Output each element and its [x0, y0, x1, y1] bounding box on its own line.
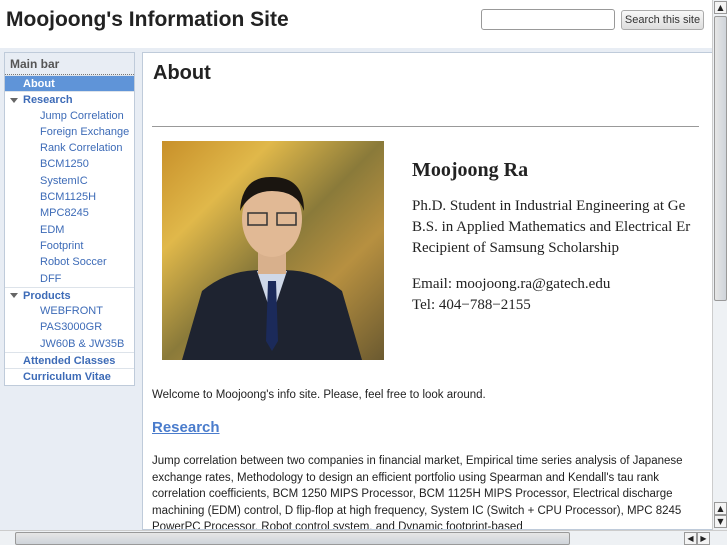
vertical-scrollbar[interactable]: ▲ ▲ ▼ — [712, 0, 727, 530]
sidebar-subitem[interactable]: DFF — [5, 271, 134, 287]
sidebar-item-curriculum-vitae[interactable]: Curriculum Vitae — [5, 368, 134, 384]
bio-name: Moojoong Ra — [412, 159, 529, 181]
expand-triangle-icon[interactable] — [10, 97, 18, 103]
bio-block: Moojoong Ra Ph.D. Student in Industrial … — [412, 160, 690, 316]
sidebar-subitem[interactable]: Footprint — [5, 238, 134, 254]
research-description: Jump correlation between two companies i… — [152, 455, 683, 530]
sidebar-subitem[interactable]: Rank Correlation — [5, 140, 134, 156]
vertical-scroll-thumb[interactable] — [714, 16, 727, 301]
header: Moojoong's Information Site Search this … — [0, 0, 712, 48]
sidebar-subitem[interactable]: BCM1250 — [5, 156, 134, 172]
sidebar-subitem[interactable]: Foreign Exchange — [5, 124, 134, 140]
site-title[interactable]: Moojoong's Information Site — [6, 8, 289, 32]
scroll-up-arrow-icon[interactable]: ▲ — [714, 1, 727, 14]
expand-triangle-icon[interactable] — [10, 293, 18, 299]
research-subnav: Jump Correlation Foreign Exchange Rank Cor… — [5, 108, 134, 287]
sidebar-item-label: Products — [23, 289, 71, 302]
search-button[interactable]: Search this site — [621, 10, 704, 30]
profile-photo — [162, 141, 384, 360]
bio-line: Ph.D. Student in Industrial Engineering … — [412, 198, 686, 214]
scroll-up-arrow-icon[interactable]: ▲ — [714, 502, 727, 515]
sidebar-heading: Main bar — [5, 53, 134, 75]
sidebar: Main bar About Research Jump Correlation… — [4, 52, 135, 386]
search-input[interactable] — [481, 9, 615, 30]
sidebar-item-products[interactable]: Products — [5, 286, 134, 303]
scroll-left-arrow-icon[interactable]: ◀ — [684, 532, 697, 545]
sidebar-subitem[interactable]: Jump Correlation — [5, 108, 134, 124]
sidebar-subitem[interactable]: PAS3000GR — [5, 319, 134, 335]
sidebar-subitem[interactable]: BCM1125H — [5, 189, 134, 205]
bio-tel: Tel: 404−788−2155 — [412, 297, 531, 313]
scroll-right-arrow-icon[interactable]: ▶ — [697, 532, 710, 545]
bio-line: B.S. in Applied Mathematics and Electric… — [412, 219, 691, 235]
horizontal-scroll-thumb[interactable] — [15, 532, 570, 545]
page-title: About — [153, 62, 211, 84]
horizontal-scrollbar[interactable]: ◀ ▶ — [0, 530, 727, 545]
sidebar-subitem[interactable]: JW60B & JW35B — [5, 336, 134, 352]
research-heading-link[interactable]: Research — [152, 419, 220, 436]
bio-line: Recipient of Samsung Scholarship — [412, 240, 620, 256]
sidebar-subitem[interactable]: EDM — [5, 222, 134, 238]
sidebar-item-attended-classes[interactable]: Attended Classes — [5, 352, 134, 368]
sidebar-subitem[interactable]: Robot Soccer — [5, 254, 134, 270]
scroll-down-arrow-icon[interactable]: ▼ — [714, 515, 727, 528]
bio-email: Email: moojoong.ra@gatech.edu — [412, 276, 611, 292]
sidebar-subitem[interactable]: WEBFRONT — [5, 303, 134, 319]
divider — [152, 126, 699, 127]
main-content: About Moojoong Ra Ph.D. Student in Indus… — [142, 52, 712, 530]
sidebar-subitem[interactable]: SystemIC — [5, 173, 134, 189]
sidebar-item-about[interactable]: About — [5, 75, 134, 92]
products-subnav: WEBFRONT PAS3000GR JW60B & JW35B — [5, 303, 134, 352]
sidebar-item-label: Research — [23, 94, 73, 107]
welcome-text: Welcome to Moojoong's info site. Please,… — [152, 389, 486, 401]
page-viewport: Moojoong's Information Site Search this … — [0, 0, 712, 530]
sidebar-item-research[interactable]: Research — [5, 91, 134, 107]
sidebar-subitem[interactable]: MPC8245 — [5, 205, 134, 221]
